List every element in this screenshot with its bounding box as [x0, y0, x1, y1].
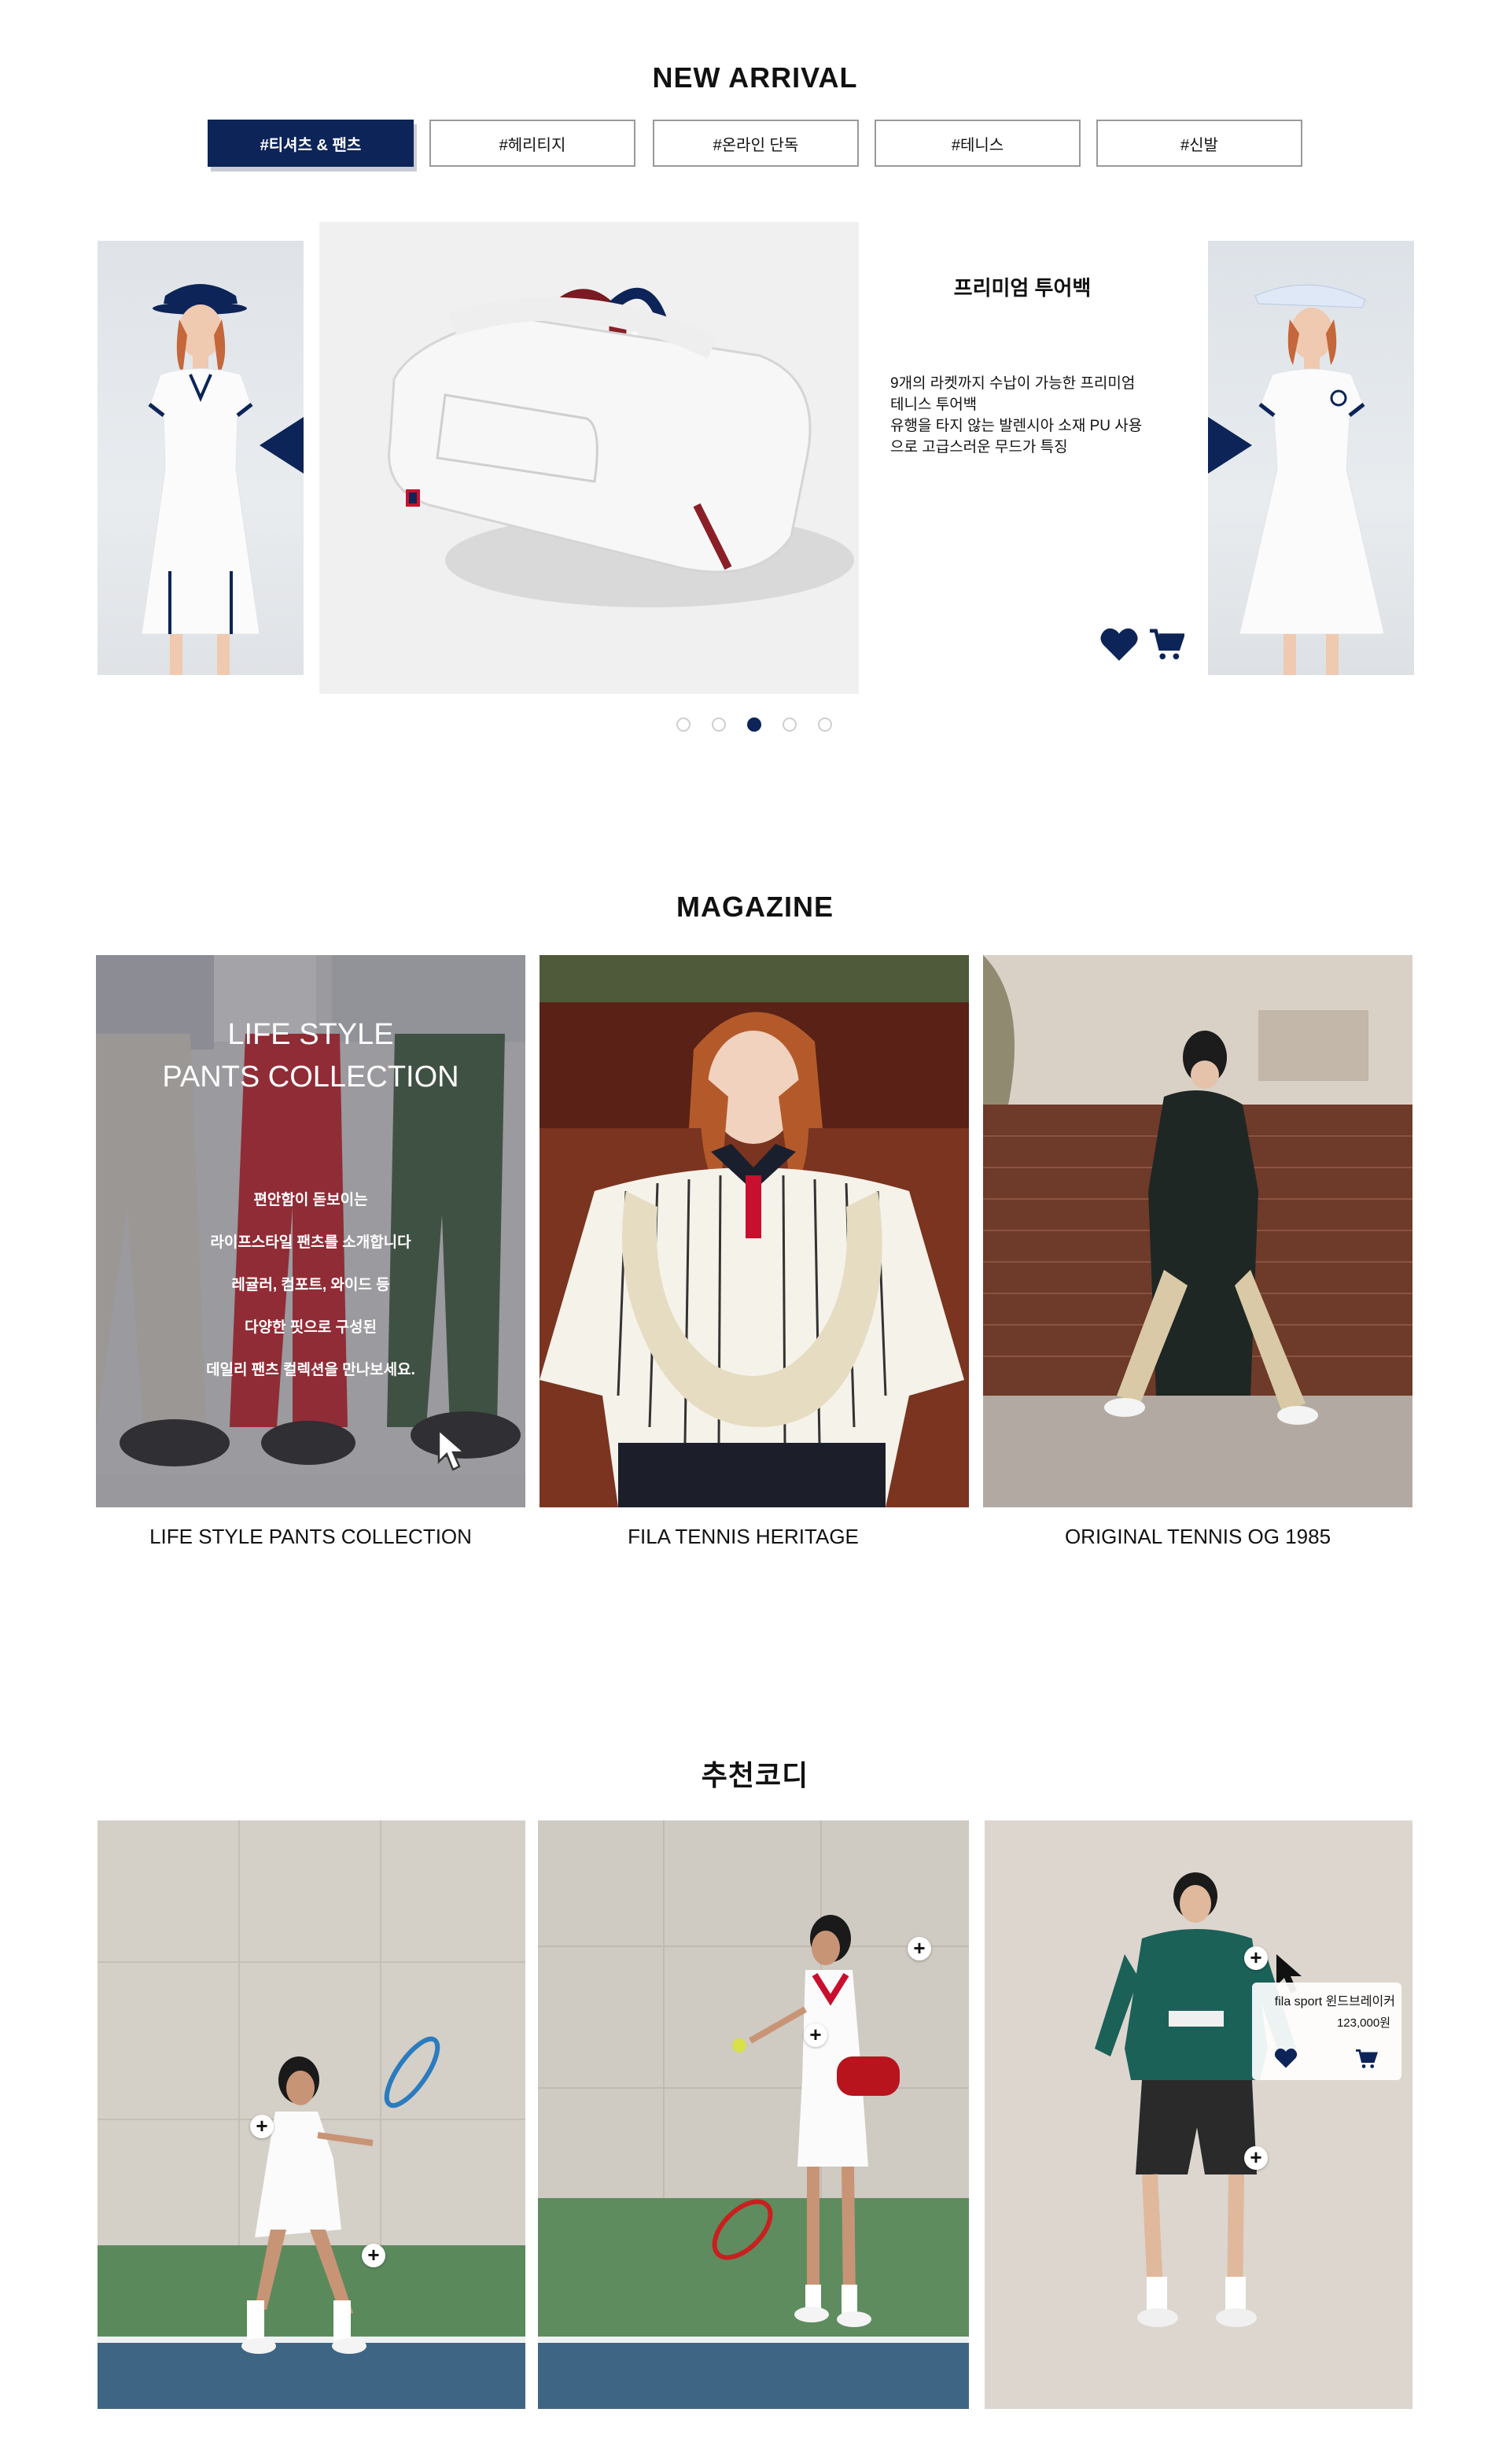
heart-icon[interactable] — [1274, 2047, 1298, 2073]
cursor-pointer-icon — [437, 1428, 467, 1471]
product-hotspot-plus-icon[interactable]: + — [1244, 1946, 1268, 1970]
carousel-dot[interactable] — [676, 717, 691, 732]
cart-icon[interactable] — [1148, 628, 1186, 665]
carousel-dot[interactable] — [783, 717, 797, 732]
overlay-text-line: 레귤러, 컴포트, 와이드 등 — [231, 1277, 390, 1293]
tab-online-exclusive[interactable]: #온라인 단독 — [653, 120, 859, 167]
product-description-line: 9개의 라켓까지 수납이 가능한 프리미엄 — [890, 375, 1136, 392]
product-hotspot-plus-icon[interactable]: + — [1244, 2146, 1268, 2170]
product-description: 9개의 라켓까지 수납이 가능한 프리미엄 테니스 투어백 유행을 타지 않는 … — [890, 373, 1205, 458]
overlay-title-line: LIFE STYLE — [227, 1018, 394, 1051]
carousel-dot[interactable] — [747, 717, 761, 732]
overlay-title-line: PANTS COLLECTION — [162, 1060, 459, 1094]
category-tabs: #티셔츠 & 팬츠 #헤리티지 #온라인 단독 #테니스 #신발 — [208, 120, 1304, 168]
popup-product-price: 123,000원 — [1336, 2016, 1390, 2030]
tab-heritage[interactable]: #헤리티지 — [429, 120, 635, 167]
magazine-caption[interactable]: LIFE STYLE PANTS COLLECTION — [96, 1525, 525, 1549]
magazine-caption[interactable]: FILA TENNIS HERITAGE — [528, 1525, 958, 1549]
new-arrival-title: NEW ARRIVAL — [652, 61, 858, 94]
overlay-text-line: 다양한 핏으로 구성된 — [245, 1319, 377, 1336]
product-image-tour-bag[interactable] — [319, 222, 859, 694]
carousel-prev-arrow[interactable] — [260, 417, 304, 474]
product-hotspot-plus-icon[interactable]: + — [362, 2244, 385, 2267]
product-name: 프리미엄 투어백 — [953, 276, 1092, 300]
coordi-title: 추천코디 — [701, 1759, 809, 1791]
magazine-card-original-tennis[interactable] — [983, 955, 1412, 1507]
product-popup[interactable]: fila sport 윈드브레이커 123,000원 — [1252, 1983, 1401, 2080]
coordi-card-tennis-1: + + — [98, 1820, 525, 2409]
overlay-text-line: 편안함이 돋보이는 — [253, 1192, 368, 1208]
popup-product-name: fila sport 윈드브레이커 — [1274, 1995, 1395, 2008]
tab-tshirts-pants[interactable]: #티셔츠 & 팬츠 — [208, 120, 414, 167]
cart-icon[interactable] — [1354, 2049, 1378, 2073]
coordi-card-windbreaker: + + — [985, 1820, 1412, 2409]
carousel-pagination — [676, 717, 834, 733]
overlay-text-line: 데일리 팬츠 컬렉션을 만나보세요. — [206, 1362, 415, 1378]
magazine-title: MAGAZINE — [676, 891, 834, 923]
magazine-card-lifestyle-pants[interactable]: LIFE STYLE PANTS COLLECTION 편안함이 돋보이는 라이… — [96, 955, 525, 1507]
coordi-card-tennis-2: + + — [538, 1820, 969, 2409]
product-hotspot-plus-icon[interactable]: + — [908, 1937, 931, 1961]
product-description-line: 유행을 타지 않는 발렌시아 소재 PU 사용 — [890, 418, 1143, 434]
overlay-text-line: 라이프스타일 팬츠를 소개합니다 — [210, 1234, 411, 1251]
magazine-caption[interactable]: ORIGINAL TENNIS OG 1985 — [983, 1525, 1412, 1549]
carousel-next-arrow[interactable] — [1208, 417, 1252, 474]
tab-tennis[interactable]: #테니스 — [875, 120, 1081, 167]
carousel-dot[interactable] — [712, 717, 726, 732]
tab-shoes[interactable]: #신발 — [1096, 120, 1302, 167]
product-hotspot-plus-icon[interactable]: + — [250, 2115, 274, 2138]
heart-icon[interactable] — [1099, 626, 1139, 666]
product-description-line: 으로 고급스러운 무드가 특징 — [890, 439, 1068, 456]
carousel-dot[interactable] — [818, 717, 832, 732]
product-hotspot-plus-icon[interactable]: + — [804, 2023, 827, 2047]
product-description-line: 테니스 투어백 — [890, 397, 978, 413]
magazine-card-tennis-heritage[interactable] — [540, 955, 969, 1507]
